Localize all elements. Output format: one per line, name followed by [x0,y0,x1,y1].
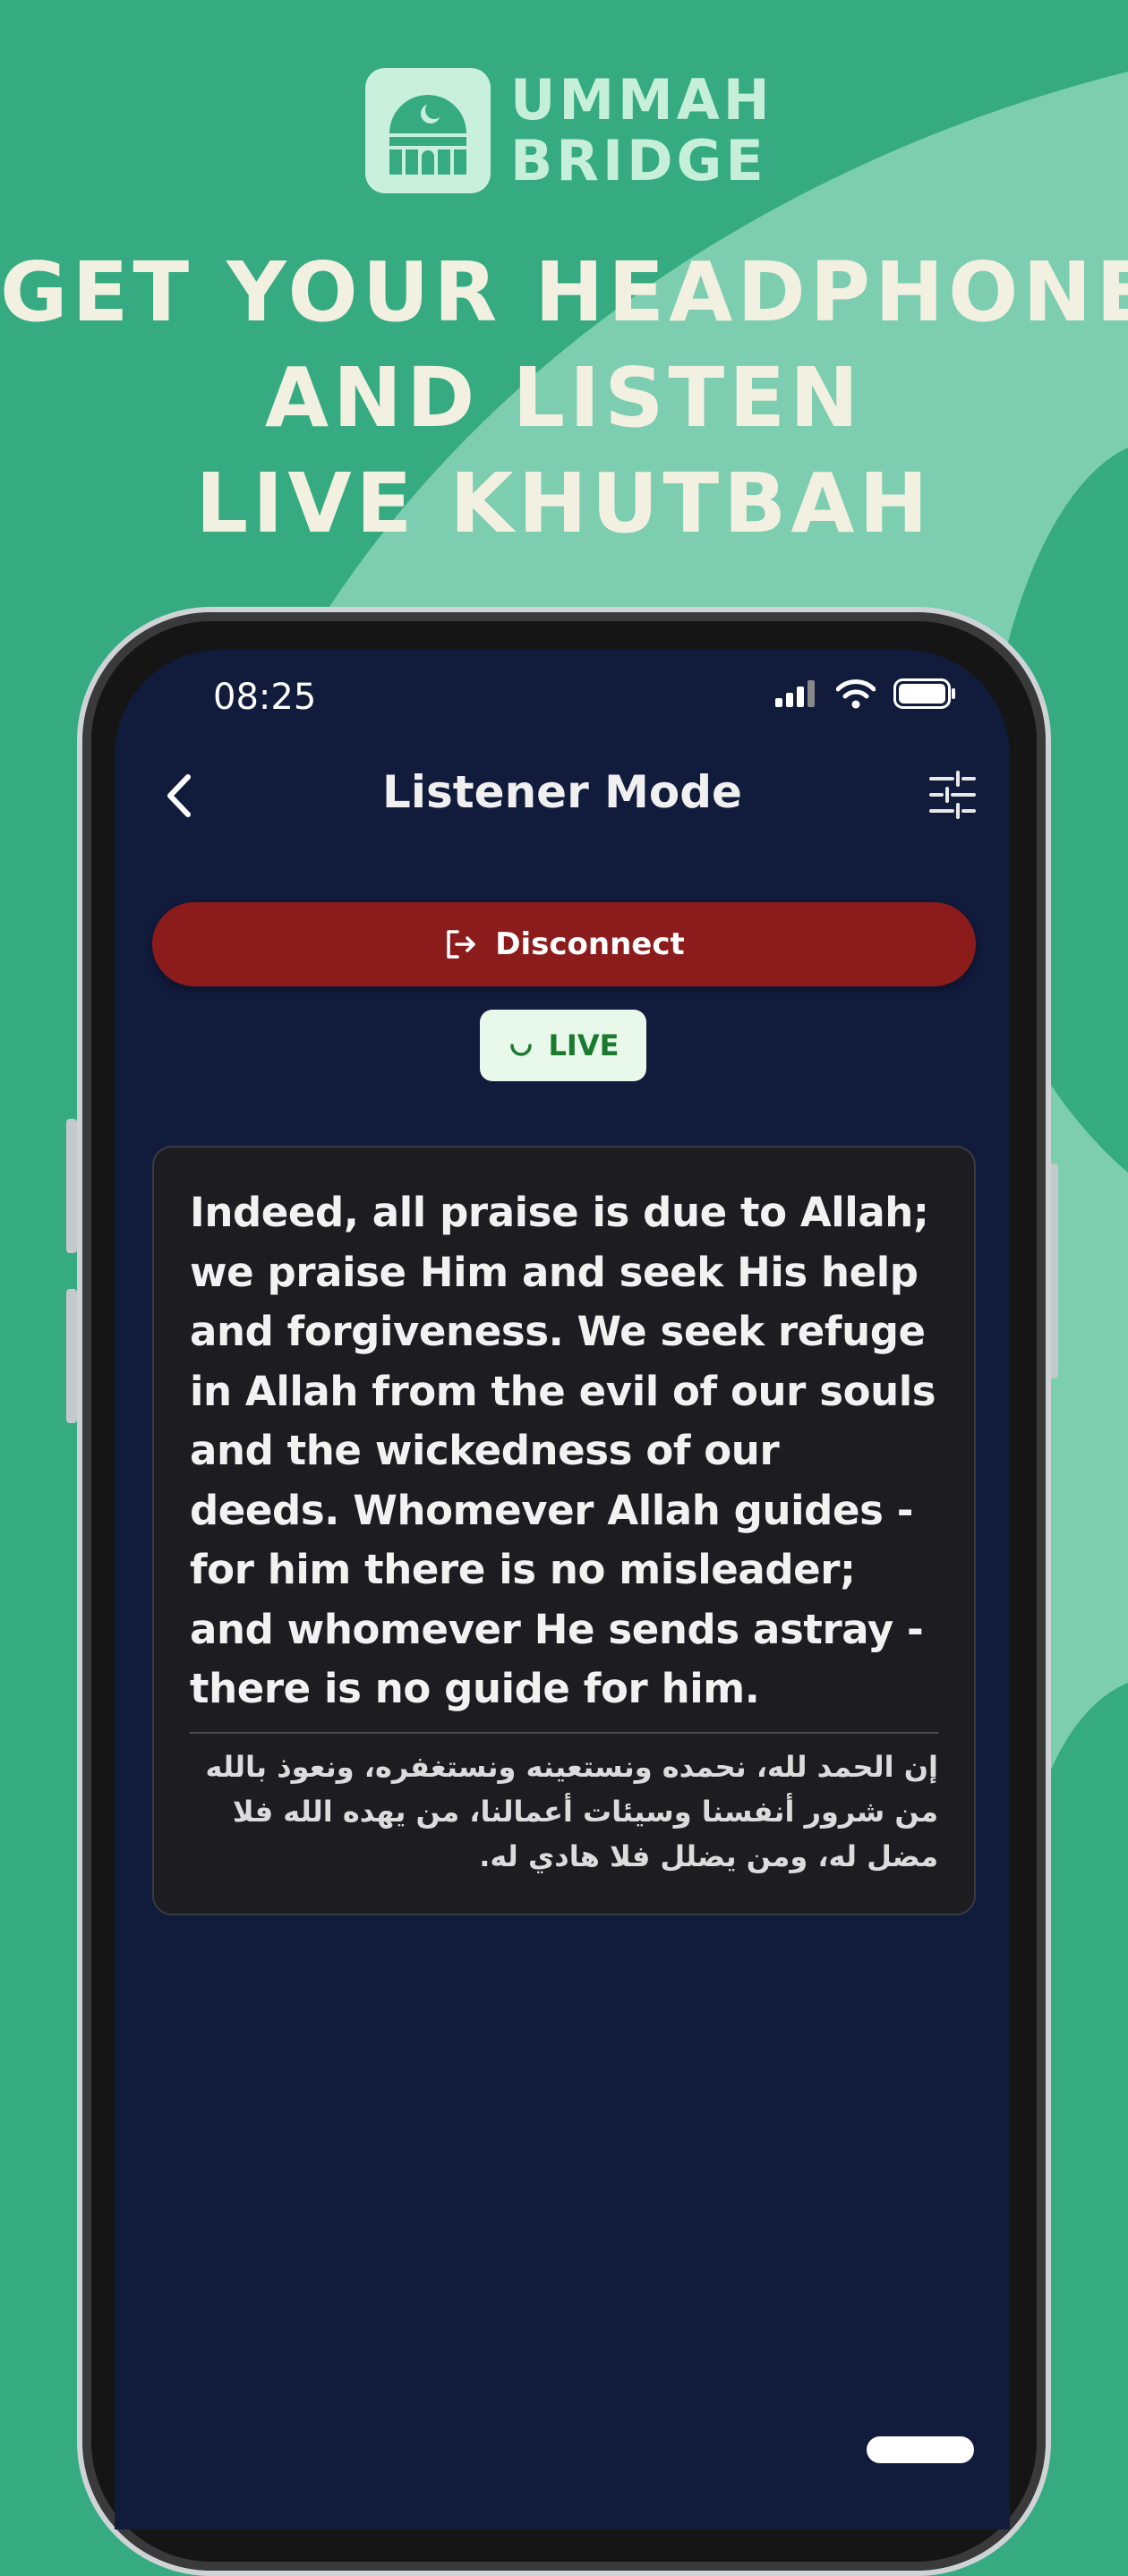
settings-button[interactable] [926,768,979,822]
brand-name-line2: BRIDGE [510,128,767,193]
headline-line1: GET YOUR HEADPHONE [0,244,1128,340]
transcript-divider [190,1731,938,1734]
headline-line3: LIVE KHUTBAH [195,456,933,551]
floating-button-edge[interactable] [867,2436,974,2463]
app-screen: 08:25 Listener Mode Disconnect LIVE Inde… [115,650,1010,2529]
phone-side-button [66,1289,77,1423]
signal-icon [775,680,815,707]
brand-logo: UMMAH BRIDGE [365,68,773,193]
spinner-icon [509,1044,532,1056]
transcript-english: Indeed, all praise is due to Allah; we p… [190,1189,936,1712]
brand-name-line1: UMMAH [510,67,773,132]
phone-side-button [66,1119,77,1253]
headline-line2: AND LISTEN [264,350,864,446]
page-title: Listener Mode [382,766,742,818]
battery-icon [893,678,955,709]
sliders-icon [929,771,976,819]
live-label: LIVE [548,1028,620,1062]
status-icons [775,678,956,709]
transcript-arabic: إن الحمد لله، نحمده ونستعينه ونستغفره، و… [205,1749,938,1873]
wifi-icon [836,679,876,709]
transcript-card: Indeed, all praise is due to Allah; we p… [152,1146,976,1915]
disconnect-label: Disconnect [495,926,685,962]
logout-icon [447,930,475,959]
promo-headline: GET YOUR HEADPHONE AND LISTEN LIVE KHUTB… [0,240,1128,557]
mosque-icon [365,68,491,193]
live-status-badge: LIVE [480,1010,646,1081]
status-time: 08:25 [213,677,317,718]
disconnect-button[interactable]: Disconnect [152,902,976,986]
